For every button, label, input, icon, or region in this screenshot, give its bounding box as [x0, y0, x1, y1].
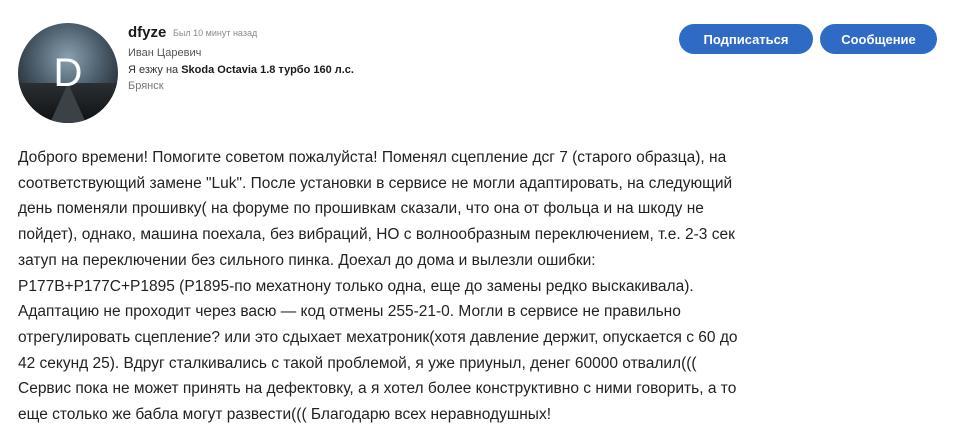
post-line: пойдет), однако, машина поехала, без виб…: [18, 226, 735, 244]
post-body: Доброго времени! Помогите советом пожалу…: [18, 145, 828, 428]
real-name: Иван Царевич: [128, 47, 202, 59]
post-line: 42 секунд 25). Вдруг сталкивались с тако…: [18, 354, 697, 372]
avatar[interactable]: D: [18, 23, 118, 123]
avatar-letter: D: [53, 51, 83, 95]
post-line: Адаптацию не проходит через васю — код о…: [18, 303, 681, 321]
username-link[interactable]: dfyze: [128, 24, 166, 41]
post-line: еще столько же бабла могут развести((( Б…: [18, 406, 552, 424]
car-model-link[interactable]: Skoda Octavia 1.8 турбо 160 л.с.: [181, 64, 354, 76]
subscribe-button[interactable]: Подписаться: [679, 24, 813, 54]
message-button[interactable]: Сообщение: [820, 24, 937, 54]
post-line: P177B+P177C+P1895 (P1895-по мехатнону то…: [18, 277, 694, 295]
car-info: Я езжу на Skoda Octavia 1.8 турбо 160 л.…: [128, 64, 354, 76]
car-prefix: Я езжу на: [128, 64, 179, 76]
post-line: отрегулировать сцепление? или это сдыхае…: [18, 328, 738, 346]
post-line: Доброго времени! Помогите советом пожалу…: [18, 149, 727, 166]
post-line: соответствующий замене "Luk". После уста…: [18, 174, 733, 192]
post-line: затуп на переключении без сильного пинка…: [18, 251, 596, 269]
last-seen-status: Был 10 минут назад: [173, 28, 258, 38]
city: Брянск: [128, 80, 164, 92]
post-line: день поменяли прошивку( на форуме по про…: [18, 200, 704, 218]
post-line: Сервис пока не может принять на дефектов…: [18, 380, 737, 398]
